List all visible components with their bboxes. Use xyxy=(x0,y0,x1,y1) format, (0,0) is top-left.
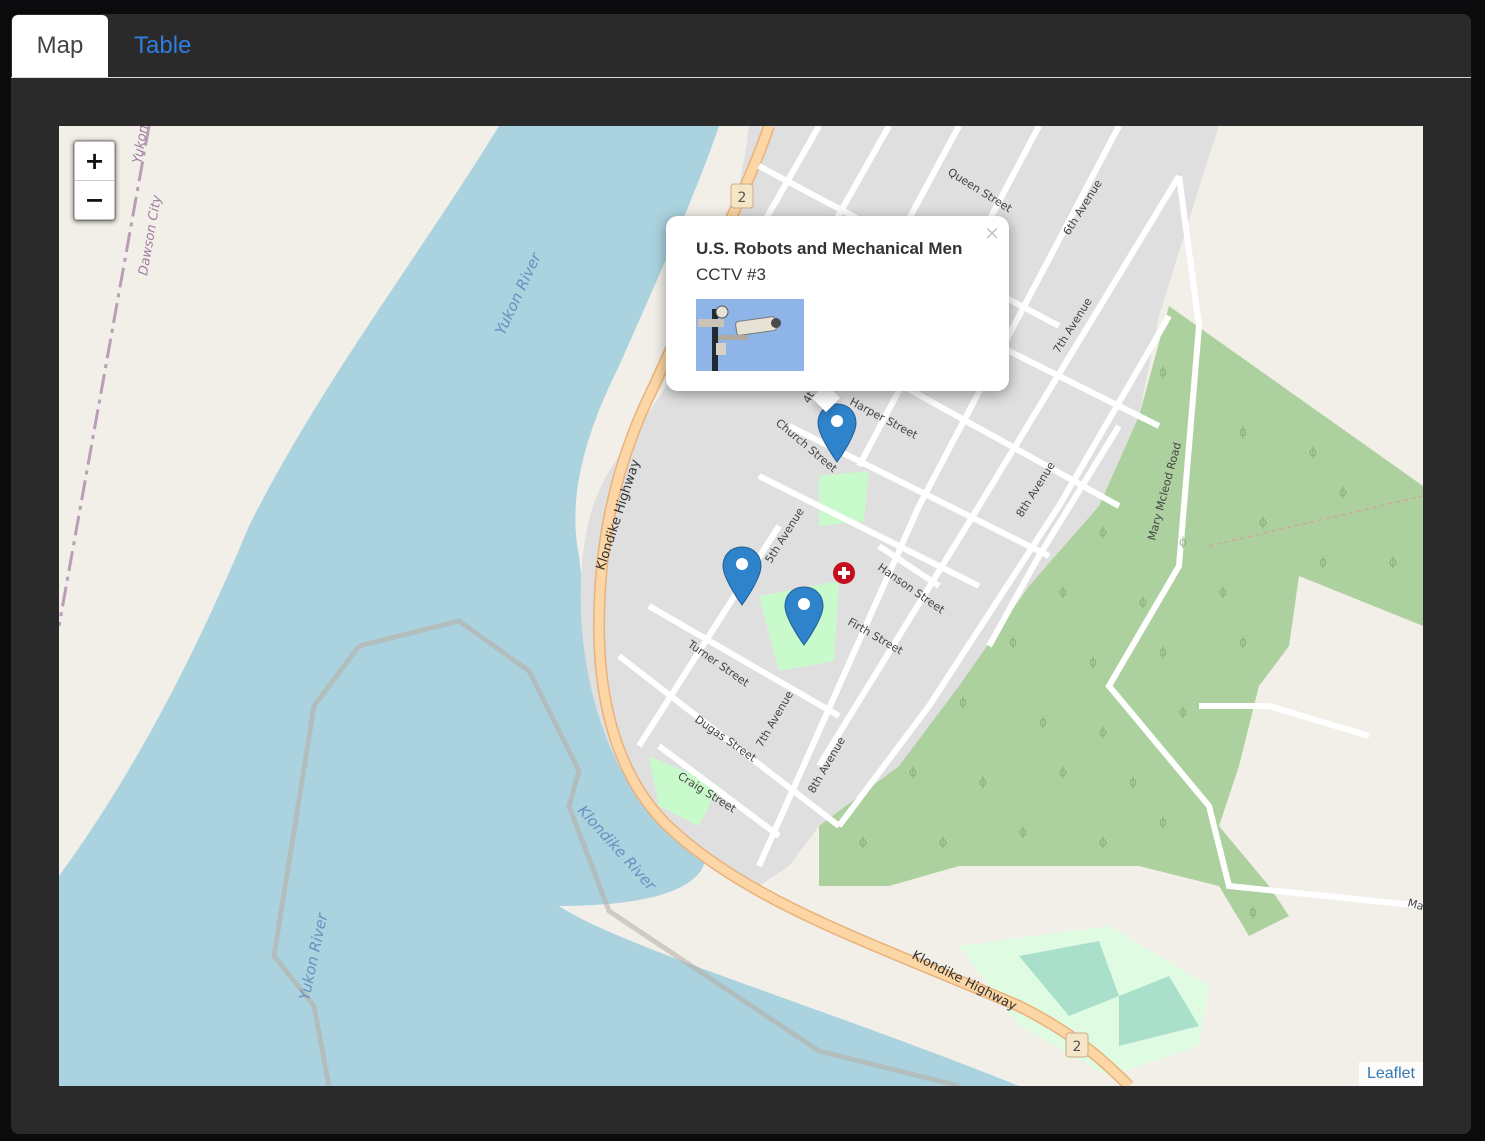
attribution-link[interactable]: Leaflet xyxy=(1358,1062,1423,1086)
tab-map[interactable]: Map xyxy=(12,15,108,77)
zoom-in-button[interactable]: + xyxy=(75,142,114,181)
svg-text:ϕ: ϕ xyxy=(1099,725,1107,739)
svg-text:ϕ: ϕ xyxy=(1099,525,1107,539)
svg-text:ϕ: ϕ xyxy=(1389,555,1397,569)
popup-subtitle: CCTV #3 xyxy=(696,265,766,284)
popup-title: U.S. Robots and Mechanical Men xyxy=(696,239,963,258)
svg-text:ϕ: ϕ xyxy=(909,765,917,779)
zoom-out-button[interactable]: − xyxy=(75,181,114,219)
svg-text:ϕ: ϕ xyxy=(1039,715,1047,729)
svg-text:ϕ: ϕ xyxy=(1179,705,1187,719)
highway-shield-1: 2 xyxy=(730,183,754,209)
svg-text:ϕ: ϕ xyxy=(939,835,947,849)
svg-text:2: 2 xyxy=(1073,1039,1082,1055)
svg-text:ϕ: ϕ xyxy=(1159,645,1167,659)
svg-text:ϕ: ϕ xyxy=(1249,905,1257,919)
svg-text:ϕ: ϕ xyxy=(1239,425,1247,439)
marker-popup: × U.S. Robots and Mechanical Men CCTV #3 xyxy=(666,216,1009,391)
svg-text:ϕ: ϕ xyxy=(979,775,987,789)
svg-text:ϕ: ϕ xyxy=(1139,595,1147,609)
map-view[interactable]: ϕϕϕ ϕϕϕ ϕϕϕ ϕϕϕ ϕϕϕ ϕϕϕ ϕϕϕ ϕϕϕ ϕϕϕ ϕϕϕ … xyxy=(59,126,1423,1086)
svg-text:ϕ: ϕ xyxy=(1319,555,1327,569)
svg-text:ϕ: ϕ xyxy=(1059,585,1067,599)
tab-table[interactable]: Table xyxy=(109,15,216,77)
svg-text:ϕ: ϕ xyxy=(1059,765,1067,779)
svg-text:ϕ: ϕ xyxy=(1259,515,1267,529)
svg-text:ϕ: ϕ xyxy=(1129,775,1137,789)
svg-text:ϕ: ϕ xyxy=(1179,535,1187,549)
svg-text:ϕ: ϕ xyxy=(1019,825,1027,839)
popup-close-button[interactable]: × xyxy=(984,222,1000,244)
svg-text:ϕ: ϕ xyxy=(959,695,967,709)
svg-text:ϕ: ϕ xyxy=(1089,655,1097,669)
svg-text:ϕ: ϕ xyxy=(1099,835,1107,849)
svg-text:ϕ: ϕ xyxy=(1159,815,1167,829)
main-panel: Map Table ϕ ϕ ϕ ϕ ϕ ϕ ϕ ϕ ϕ ϕ ϕ ϕ ϕ ϕ ϕ … xyxy=(11,14,1471,1134)
cctv-camera-image xyxy=(696,299,804,371)
svg-text:2: 2 xyxy=(738,190,747,206)
svg-text:ϕ: ϕ xyxy=(1339,485,1347,499)
svg-text:ϕ: ϕ xyxy=(1219,585,1227,599)
svg-text:ϕ: ϕ xyxy=(1159,365,1167,379)
svg-text:ϕ: ϕ xyxy=(1009,635,1017,649)
svg-text:ϕ: ϕ xyxy=(1239,635,1247,649)
highway-shield-2: 2 xyxy=(1065,1032,1089,1058)
tab-bar: Map Table xyxy=(11,14,1471,78)
svg-text:ϕ: ϕ xyxy=(1309,445,1317,459)
svg-text:ϕ: ϕ xyxy=(859,835,867,849)
zoom-control: + − xyxy=(73,140,116,221)
